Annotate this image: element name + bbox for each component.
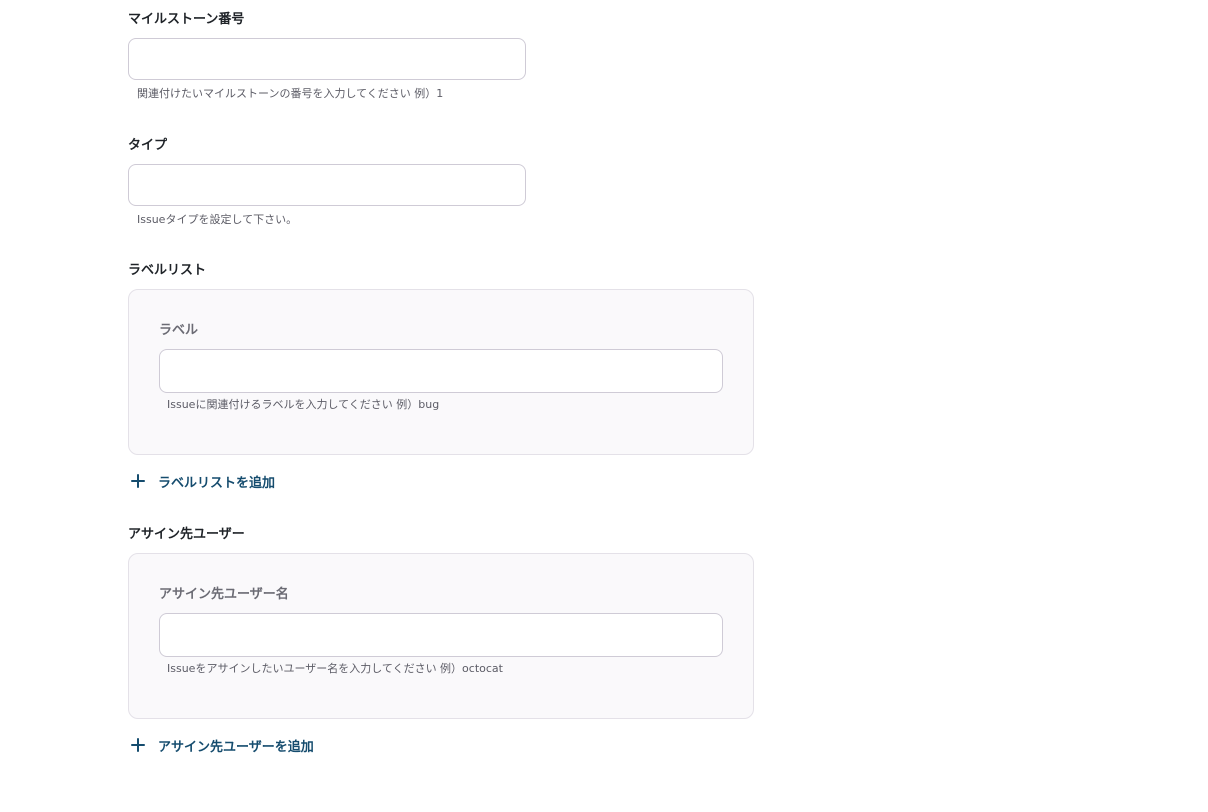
type-input[interactable] — [128, 164, 526, 206]
milestone-hint: 関連付けたいマイルストーンの番号を入力してください 例）1 — [137, 87, 444, 100]
assignee-item-input[interactable] — [159, 613, 723, 657]
add-label-list-text: ラベルリストを追加 — [158, 475, 276, 491]
label-list-panel: ラベル Issueに関連付けるラベルを入力してください 例）bug — [128, 289, 754, 455]
assignee-panel: アサイン先ユーザー名 Issueをアサインしたいユーザー名を入力してください 例… — [128, 553, 754, 719]
plus-icon — [130, 737, 146, 753]
label-list-label: ラベルリスト — [128, 263, 207, 278]
label-item-hint: Issueに関連付けるラベルを入力してください 例）bug — [167, 398, 440, 411]
milestone-input[interactable] — [128, 38, 526, 80]
milestone-label: マイルストーン番号 — [128, 12, 245, 27]
add-label-list-button[interactable]: ラベルリストを追加 — [130, 471, 275, 491]
assignee-item-label: アサイン先ユーザー名 — [159, 587, 289, 602]
form-page: マイルストーン番号 関連付けたいマイルストーンの番号を入力してください 例）1 … — [0, 0, 1208, 812]
type-hint: Issueタイプを設定して下さい。 — [137, 213, 298, 226]
type-label: タイプ — [128, 138, 168, 153]
assignee-item-hint: Issueをアサインしたいユーザー名を入力してください 例）octocat — [167, 662, 503, 675]
plus-icon — [130, 473, 146, 489]
assignee-label: アサイン先ユーザー — [128, 527, 245, 542]
label-item-label: ラベル — [159, 323, 199, 338]
label-item-input[interactable] — [159, 349, 723, 393]
add-assignee-button[interactable]: アサイン先ユーザーを追加 — [130, 735, 314, 755]
add-assignee-text: アサイン先ユーザーを追加 — [158, 739, 314, 755]
